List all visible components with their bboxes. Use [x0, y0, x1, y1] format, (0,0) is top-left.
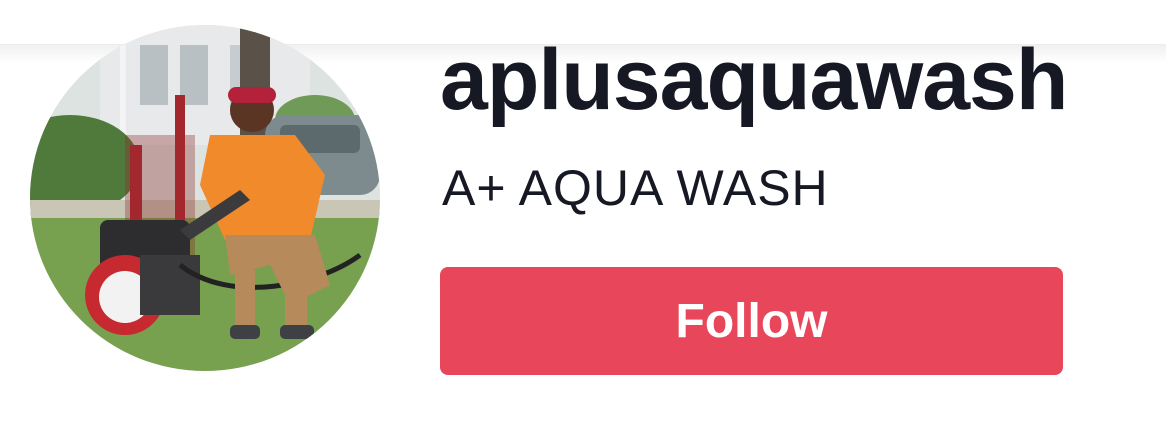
follow-button[interactable]: Follow [440, 267, 1063, 375]
profile-display-name: A+ AQUA WASH [442, 160, 829, 216]
profile-username: aplusaquawash [440, 32, 1068, 128]
avatar-photo [30, 25, 380, 371]
profile-avatar [30, 25, 380, 371]
